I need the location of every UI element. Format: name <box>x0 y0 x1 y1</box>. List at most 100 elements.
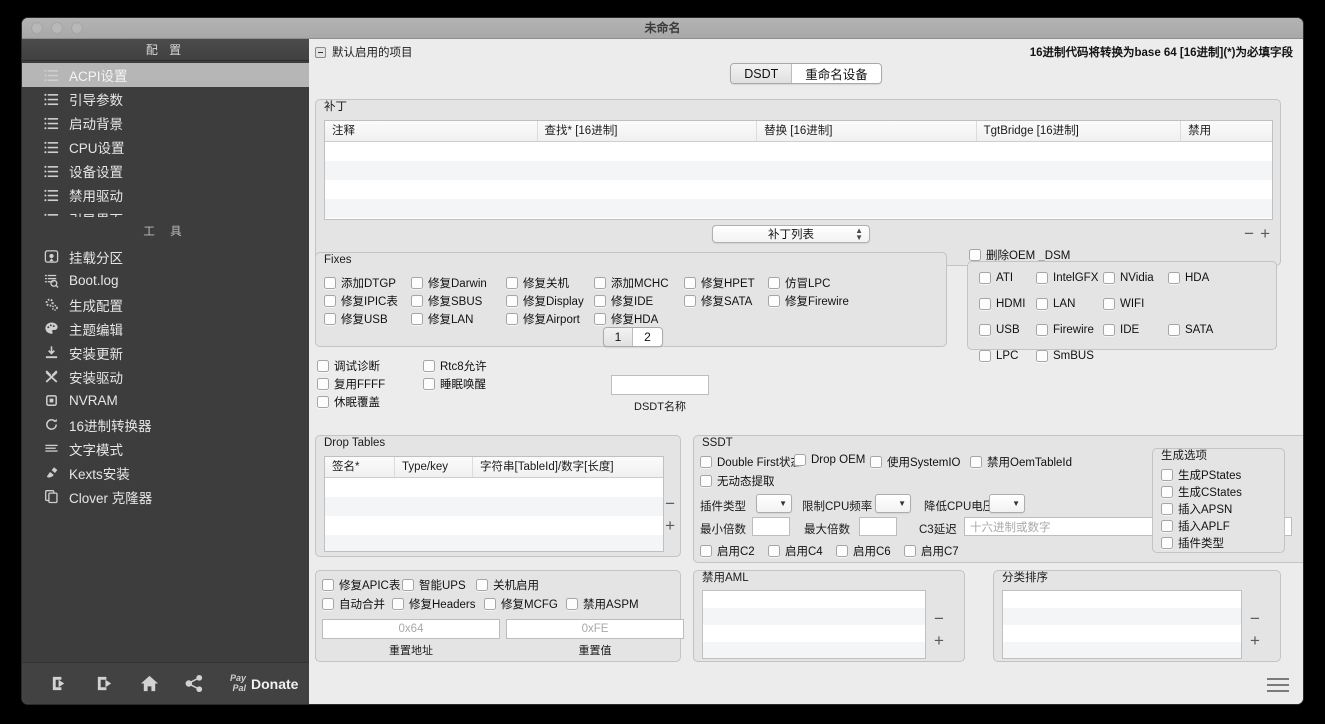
patch-table-body[interactable] <box>325 142 1272 218</box>
sidebar-item-1[interactable]: 引导参数 <box>22 87 309 111</box>
drop-tables-remove-button[interactable]: − <box>665 495 675 512</box>
sidebar-tool-0[interactable]: 挂载分区 <box>22 245 309 269</box>
checkbox-修复IPIC表[interactable]: 修复IPIC表 <box>324 293 398 309</box>
checkbox-box[interactable] <box>484 598 496 610</box>
checkbox-修复MCFG[interactable]: 修复MCFG <box>484 596 558 612</box>
sidebar-item-3[interactable]: CPU设置 <box>22 135 309 159</box>
checkbox-修复APIC表[interactable]: 修复APIC表 <box>322 577 400 593</box>
tab-重命名设备[interactable]: 重命名设备 <box>792 64 881 83</box>
checkbox-WIFI[interactable]: WIFI <box>1103 298 1144 310</box>
checkbox-box[interactable] <box>317 396 329 408</box>
checkbox-Double First状态[interactable]: Double First状态 <box>700 454 802 470</box>
sidebar-tool-8[interactable]: 文字模式 <box>22 437 309 461</box>
sort-order-list[interactable] <box>1002 590 1242 659</box>
checkbox-LAN[interactable]: LAN <box>1036 298 1075 310</box>
drop-tables-body[interactable] <box>325 478 663 551</box>
sort-order-row[interactable] <box>1003 591 1241 608</box>
checkbox-box[interactable] <box>768 277 780 289</box>
checkbox-Drop OEM[interactable]: Drop OEM <box>794 454 865 466</box>
sidebar-item-6[interactable]: 引导界面 <box>22 207 309 217</box>
reset-address-input[interactable]: 0x64 <box>322 619 500 639</box>
fixes-pager[interactable]: 12 <box>603 327 663 347</box>
checkbox-Rtc8允许[interactable]: Rtc8允许 <box>423 358 487 374</box>
checkbox-box[interactable] <box>1036 298 1048 310</box>
checkbox-启用C4[interactable]: 启用C4 <box>768 543 823 559</box>
dsdt-name-input[interactable] <box>611 375 709 395</box>
checkbox-修复HPET[interactable]: 修复HPET <box>684 275 755 291</box>
checkbox-修复Airport[interactable]: 修复Airport <box>506 311 580 327</box>
checkbox-禁用ASPM[interactable]: 禁用ASPM <box>566 596 639 612</box>
checkbox-box[interactable] <box>870 456 882 468</box>
checkbox-box[interactable] <box>506 295 518 307</box>
checkbox-box[interactable] <box>1161 537 1173 549</box>
checkbox-box[interactable] <box>1103 298 1115 310</box>
checkbox-智能UPS[interactable]: 智能UPS <box>402 577 466 593</box>
patch-add-button[interactable]: + <box>1260 225 1270 242</box>
checkbox-box[interactable] <box>1103 272 1115 284</box>
checkbox-box[interactable] <box>684 295 696 307</box>
checkbox-box[interactable] <box>794 454 806 466</box>
checkbox-box[interactable] <box>1161 520 1173 532</box>
checkbox-SATA[interactable]: SATA <box>1168 324 1213 336</box>
sidebar-item-2[interactable]: 启动背景 <box>22 111 309 135</box>
checkbox-启用C7[interactable]: 启用C7 <box>904 543 959 559</box>
checkbox-修复IDE[interactable]: 修复IDE <box>594 293 653 309</box>
checkbox-box[interactable] <box>324 277 336 289</box>
sidebar-item-5[interactable]: 禁用驱动 <box>22 183 309 207</box>
drop-row[interactable] <box>325 516 663 535</box>
checkbox-修复Display[interactable]: 修复Display <box>506 293 584 309</box>
checkbox-启用C2[interactable]: 启用C2 <box>700 543 755 559</box>
checkbox-box[interactable] <box>594 277 606 289</box>
checkbox-修复SBUS[interactable]: 修复SBUS <box>411 293 482 309</box>
disable-aml-row[interactable] <box>703 625 925 642</box>
sort-order-add-button[interactable]: + <box>1250 632 1260 649</box>
sort-order-row[interactable] <box>1003 642 1241 658</box>
patch-remove-button[interactable]: − <box>1244 225 1254 242</box>
checkbox-睡眠唤醒[interactable]: 睡眠唤醒 <box>423 376 486 392</box>
checkbox-添加MCHC[interactable]: 添加MCHC <box>594 275 669 291</box>
checkbox-box[interactable] <box>594 295 606 307</box>
checkbox-修复关机[interactable]: 修复关机 <box>506 275 569 291</box>
checkbox-box[interactable] <box>979 350 991 362</box>
checkbox-修复USB[interactable]: 修复USB <box>324 311 388 327</box>
checkbox-NVidia[interactable]: NVidia <box>1103 272 1154 284</box>
patch-list-popup[interactable]: 补丁列表 ▲ ▼ <box>712 225 870 243</box>
patch-row[interactable] <box>325 142 1272 161</box>
checkbox-box[interactable] <box>700 545 712 557</box>
fixes-page-1[interactable]: 1 <box>604 328 633 346</box>
checkbox-修复Darwin[interactable]: 修复Darwin <box>411 275 487 291</box>
checkbox-box[interactable] <box>970 456 982 468</box>
checkbox-启用C6[interactable]: 启用C6 <box>836 543 891 559</box>
checkbox-box[interactable] <box>768 295 780 307</box>
tab-DSDT[interactable]: DSDT <box>731 64 793 83</box>
sidebar-tool-10[interactable]: Clover 克隆器 <box>22 485 309 509</box>
checkbox-IntelGFX[interactable]: IntelGFX <box>1036 272 1098 284</box>
checkbox-自动合并[interactable]: 自动合并 <box>322 596 385 612</box>
checkbox-box[interactable] <box>324 313 336 325</box>
drop-tables-add-button[interactable]: + <box>665 517 675 534</box>
checkbox-box[interactable] <box>979 324 991 336</box>
sort-order-row[interactable] <box>1003 608 1241 625</box>
collapse-icon[interactable] <box>315 46 326 58</box>
drop-row[interactable] <box>325 478 663 497</box>
checkbox-无动态提取[interactable]: 无动态提取 <box>700 473 775 489</box>
checkbox-插件类型[interactable]: 插件类型 <box>1161 535 1224 551</box>
disable-aml-row[interactable] <box>703 608 925 625</box>
checkbox-关机启用[interactable]: 关机启用 <box>476 577 539 593</box>
checkbox-插入APLF[interactable]: 插入APLF <box>1161 518 1230 534</box>
share-icon[interactable] <box>185 674 204 693</box>
disable-aml-add-remove[interactable]: − + <box>934 610 944 649</box>
checkbox-box[interactable] <box>700 456 712 468</box>
checkbox-box[interactable] <box>423 360 435 372</box>
reset-value-input[interactable]: 0xFE <box>506 619 684 639</box>
checkbox-box[interactable] <box>1168 272 1180 284</box>
checkbox-box[interactable] <box>1161 469 1173 481</box>
checkbox-box[interactable] <box>1103 324 1115 336</box>
checkbox-禁用OemTableId[interactable]: 禁用OemTableId <box>970 454 1072 470</box>
checkbox-USB[interactable]: USB <box>979 324 1020 336</box>
checkbox-仿冒LPC[interactable]: 仿冒LPC <box>768 275 830 291</box>
ssdt-select-2[interactable]: ▼ <box>989 494 1025 513</box>
checkbox-修复Headers[interactable]: 修复Headers <box>392 596 475 612</box>
checkbox-box[interactable] <box>411 313 423 325</box>
drop-row[interactable] <box>325 497 663 516</box>
